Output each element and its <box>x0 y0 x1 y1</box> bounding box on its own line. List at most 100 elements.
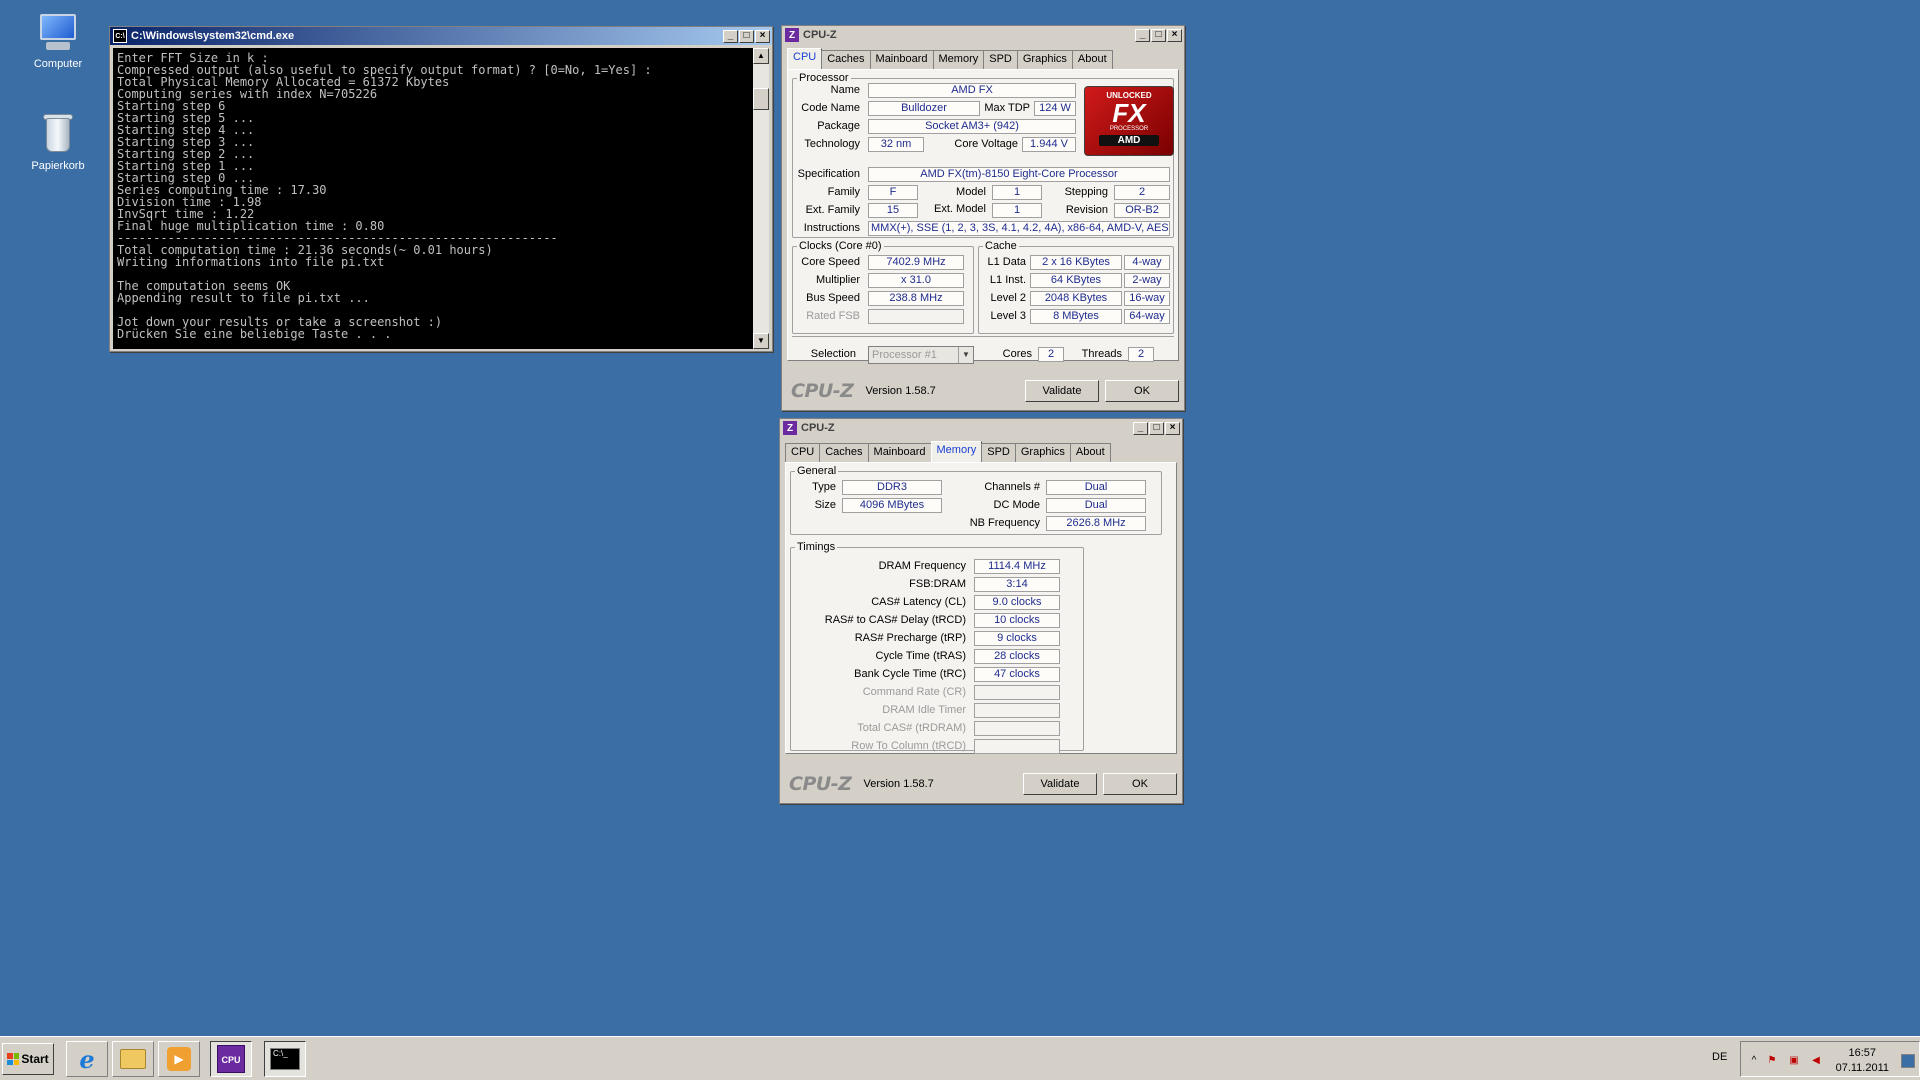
show-desktop-button[interactable] <box>1901 1054 1915 1068</box>
cores-label: Cores <box>1002 348 1032 360</box>
clock[interactable]: 16:57 07.11.2011 <box>1836 1046 1889 1076</box>
scroll-up-button[interactable]: ▲ <box>753 48 769 64</box>
taskbar-explorer[interactable] <box>112 1041 154 1077</box>
minimize-button[interactable]: _ <box>1133 421 1148 435</box>
group-title: General <box>797 465 837 477</box>
timing-label: RAS# Precharge (tRP) <box>854 632 966 644</box>
tab-graphics[interactable]: Graphics <box>1016 50 1073 69</box>
tab-caches[interactable]: Caches <box>819 443 869 462</box>
ok-button[interactable]: OK <box>1103 773 1177 795</box>
action-center-icon[interactable]: ⚑ <box>1765 1054 1779 1068</box>
tab-about[interactable]: About <box>1071 50 1113 69</box>
tab-mainboard[interactable]: Mainboard <box>867 443 932 462</box>
stepping-value: 2 <box>1114 185 1170 200</box>
show-hidden-icons-icon[interactable]: ^ <box>1747 1054 1761 1068</box>
taskbar-cmd[interactable]: C:\_ <box>264 1041 306 1077</box>
tab-spd[interactable]: SPD <box>983 50 1018 69</box>
tab-memory[interactable]: Memory <box>930 441 983 462</box>
timing-label: RAS# to CAS# Delay (tRCD) <box>824 614 966 626</box>
version-text: Version 1.58.7 <box>863 778 934 790</box>
level2-assoc: 16-way <box>1124 291 1170 306</box>
start-label: Start <box>21 1052 49 1066</box>
cpuz-memory-window[interactable]: Z CPU-Z _ □ × CPU Caches Mainboard Memor… <box>779 418 1183 804</box>
close-button[interactable]: × <box>1167 28 1182 42</box>
maxtdp-label: Max TDP <box>984 102 1030 114</box>
validate-button[interactable]: Validate <box>1023 773 1097 795</box>
scroll-down-button[interactable]: ▼ <box>753 333 769 349</box>
desktop-icon-recycle-bin[interactable]: Papierkorb <box>18 112 98 172</box>
l1inst-label: L1 Inst. <box>989 274 1026 286</box>
level2-label: Level 2 <box>990 292 1026 304</box>
model-value: 1 <box>992 185 1042 200</box>
channels-value: Dual <box>1046 480 1146 495</box>
start-button[interactable]: Start <box>2 1043 54 1075</box>
tab-bar: CPU Caches Mainboard Memory SPD Graphics… <box>785 441 1111 462</box>
l1data-value: 2 x 16 KBytes <box>1030 255 1122 270</box>
volume-icon[interactable]: ◀ <box>1809 1054 1823 1068</box>
computer-icon <box>36 10 80 54</box>
tab-mainboard[interactable]: Mainboard <box>869 50 934 69</box>
cpuz-titlebar[interactable]: Z CPU-Z _ □ × <box>780 419 1182 437</box>
console-output[interactable]: Enter FFT Size in k : Compressed output (… <box>113 48 753 349</box>
tab-graphics[interactable]: Graphics <box>1014 443 1071 462</box>
channels-label: Channels # <box>984 481 1040 493</box>
l1data-assoc: 4-way <box>1124 255 1170 270</box>
tab-about[interactable]: About <box>1069 443 1111 462</box>
revision-value: OR-B2 <box>1114 203 1170 218</box>
taskbar-media-player[interactable]: ▶ <box>158 1041 200 1077</box>
family-label: Family <box>827 186 860 198</box>
timing-label: Command Rate (CR) <box>862 686 966 698</box>
window-title: CPU-Z <box>801 422 835 434</box>
system-tray: ^ ⚑ ▣ ◀ 16:57 07.11.2011 <box>1740 1041 1920 1077</box>
language-indicator[interactable]: DE <box>1712 1051 1727 1063</box>
tab-memory[interactable]: Memory <box>932 50 985 69</box>
timing-value <box>974 739 1060 754</box>
close-button[interactable]: × <box>1165 421 1180 435</box>
maximize-button[interactable]: □ <box>1151 28 1166 42</box>
validate-button[interactable]: Validate <box>1025 380 1099 402</box>
network-icon[interactable]: ▣ <box>1787 1054 1801 1068</box>
taskbar-cpuz[interactable]: CPU <box>210 1041 252 1077</box>
dcmode-value: Dual <box>1046 498 1146 513</box>
minimize-button[interactable]: _ <box>1135 28 1150 42</box>
console-line: Drücken Sie eine beliebige Taste . . . <box>117 327 392 341</box>
selection-label: Selection <box>810 348 856 360</box>
timing-value: 47 clocks <box>974 667 1060 682</box>
clock-date: 07.11.2011 <box>1835 1062 1889 1074</box>
maximize-button[interactable]: □ <box>739 29 754 43</box>
tab-spd[interactable]: SPD <box>981 443 1016 462</box>
maximize-button[interactable]: □ <box>1149 421 1164 435</box>
cmd-titlebar[interactable]: C:\ C:\Windows\system32\cmd.exe _ □ × <box>110 27 772 45</box>
windows-flag-icon <box>7 1053 20 1065</box>
cores-value: 2 <box>1038 347 1064 362</box>
tab-caches[interactable]: Caches <box>821 50 871 69</box>
threads-value: 2 <box>1128 347 1154 362</box>
cmd-window[interactable]: C:\ C:\Windows\system32\cmd.exe _ □ × En… <box>109 26 773 352</box>
multiplier-label: Multiplier <box>815 274 860 286</box>
size-value: 4096 MBytes <box>842 498 942 513</box>
internet-explorer-icon: e <box>79 1044 95 1074</box>
l1inst-value: 64 KBytes <box>1030 273 1122 288</box>
package-value: Socket AM3+ (942) <box>868 119 1076 134</box>
corevoltage-label: Core Voltage <box>954 138 1018 150</box>
package-label: Package <box>817 120 860 132</box>
timing-value: 9 clocks <box>974 631 1060 646</box>
tab-cpu[interactable]: CPU <box>787 48 823 69</box>
desktop-icon-computer[interactable]: Computer <box>18 10 98 70</box>
taskbar-internet-explorer[interactable]: e <box>66 1041 108 1077</box>
processor-select[interactable]: Processor #1 ▼ <box>868 346 974 364</box>
scroll-thumb[interactable] <box>753 88 769 110</box>
timing-value: 3:14 <box>974 577 1060 592</box>
tab-cpu[interactable]: CPU <box>785 443 821 462</box>
minimize-button[interactable]: _ <box>723 29 738 43</box>
corespeed-label: Core Speed <box>801 256 860 268</box>
vertical-scrollbar[interactable]: ▲ ▼ <box>753 48 769 349</box>
type-label: Type <box>812 481 836 493</box>
ok-button[interactable]: OK <box>1105 380 1179 402</box>
cpuz-cpu-window[interactable]: Z CPU-Z _ □ × CPU Caches Mainboard Memor… <box>781 25 1185 411</box>
amd-fx-logo: UNLOCKED FX PROCESSOR AMD <box>1084 86 1174 156</box>
type-value: DDR3 <box>842 480 942 495</box>
timing-label: Cycle Time (tRAS) <box>875 650 966 662</box>
cpuz-titlebar[interactable]: Z CPU-Z _ □ × <box>782 26 1184 44</box>
close-button[interactable]: × <box>755 29 770 43</box>
